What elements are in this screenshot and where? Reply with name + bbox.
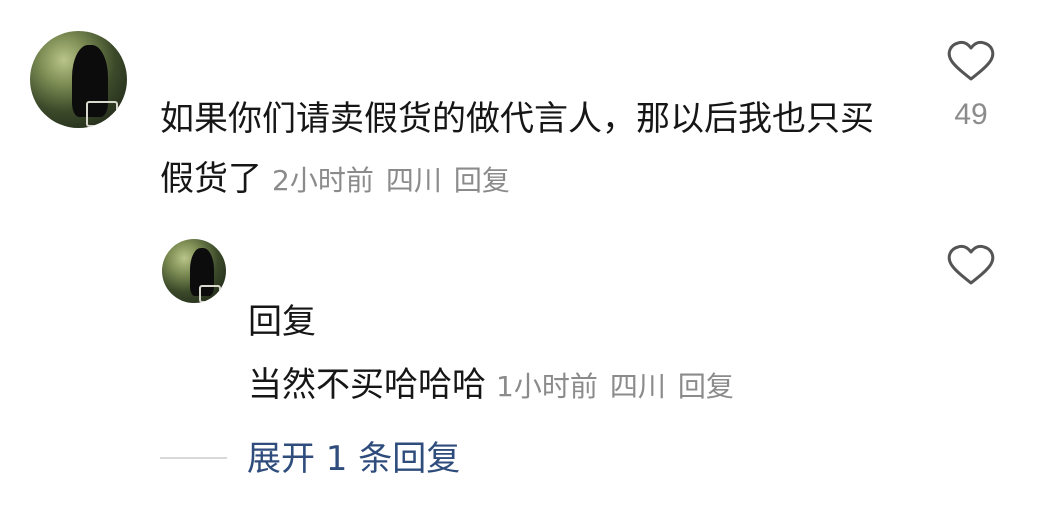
- reply-like-button[interactable]: [947, 244, 995, 286]
- comment-like-button[interactable]: [947, 40, 995, 82]
- avatar-chair: [86, 101, 118, 127]
- reply-time: 1小时前: [496, 370, 598, 403]
- heart-outline-icon: [947, 244, 995, 285]
- reply-meta: 1小时前 四川 回复: [496, 370, 734, 403]
- reply-reply-button[interactable]: 回复: [678, 370, 734, 403]
- avatar-chair: [199, 285, 221, 303]
- expand-divider: [160, 457, 227, 459]
- comment-meta: 2小时前 四川 回复: [272, 164, 510, 197]
- comment-reply-button[interactable]: 回复: [454, 164, 510, 197]
- expand-replies-link[interactable]: 展开 1 条回复: [247, 437, 460, 481]
- reply-username[interactable]: 回复: [248, 300, 316, 344]
- commenter-avatar[interactable]: [30, 31, 127, 128]
- comment-like-count: 49: [954, 98, 988, 131]
- heart-outline-icon: [947, 40, 995, 81]
- reply-avatar[interactable]: [162, 239, 226, 303]
- comment-text: 如果你们请卖假货的做代言人，那以后我也只买假货了: [160, 99, 874, 199]
- reply-text: 当然不买哈哈哈: [248, 365, 486, 405]
- comment-body: 如果你们请卖假货的做代言人，那以后我也只买假货了 2小时前 四川 回复: [160, 89, 880, 211]
- comment-time: 2小时前: [272, 164, 374, 197]
- reply-location: 四川: [609, 370, 666, 403]
- comment-location: 四川: [385, 164, 442, 197]
- reply-body: 当然不买哈哈哈 1小时前 四川 回复: [248, 355, 928, 417]
